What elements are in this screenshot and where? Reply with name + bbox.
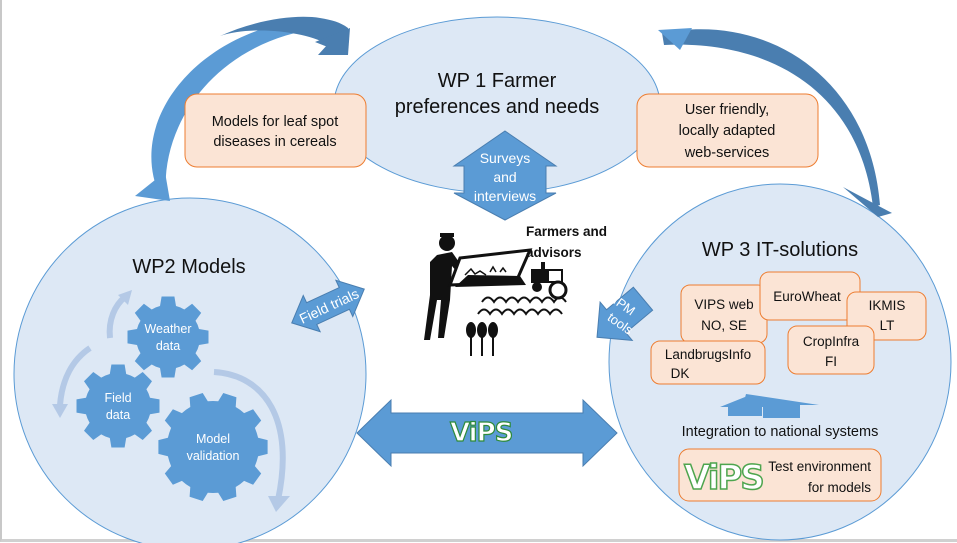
gear-weather-data-icon xyxy=(127,296,209,378)
vips-logo-test-env-icon: ViPS xyxy=(683,457,765,499)
callout-left-box xyxy=(184,93,367,168)
svg-text:ViPS: ViPS xyxy=(684,458,763,498)
wp3-title: WP 3 IT-solutions xyxy=(702,239,858,261)
system-ikmis-line2: LT xyxy=(880,318,895,333)
system-eurowheat-line1: EuroWheat xyxy=(773,289,841,304)
field-rows-icon xyxy=(477,296,567,316)
diagram-canvas: ViPS ViPS WP 1 Farmer preferences and ne… xyxy=(13,16,952,543)
system-box-vips-web xyxy=(680,284,768,344)
gear-model-validation-label-line2: validation xyxy=(187,449,240,463)
wp2-title: WP2 Models xyxy=(132,256,245,278)
callout-right-line1: User friendly, xyxy=(685,102,769,118)
vips-logo-icon: ViPS xyxy=(449,417,514,448)
callout-right-line3: web-services xyxy=(684,145,770,161)
farmers-label-line1: Farmers and xyxy=(526,224,607,239)
system-landbrugsinfo-line2: DK xyxy=(671,366,690,381)
farmers-label-line2: advisors xyxy=(526,245,582,260)
wheat-icon xyxy=(466,322,498,356)
callout-left-line1: Models for leaf spot xyxy=(212,114,339,130)
system-vips-web-line2: NO, SE xyxy=(701,318,747,333)
gear-field-data-label-line1: Field xyxy=(104,391,131,405)
integration-label: Integration to national systems xyxy=(682,424,879,440)
test-env-line2: for models xyxy=(808,480,871,495)
test-env-line1: Test environment xyxy=(768,459,871,474)
gear-weather-data-label-line1: Weather xyxy=(144,322,191,336)
callout-left-line2: diseases in cereals xyxy=(213,134,336,150)
callout-right-line2: locally adapted xyxy=(679,123,776,139)
system-vips-web-line1: VIPS web xyxy=(694,297,753,312)
surveys-label-line1: Surveys xyxy=(480,150,531,166)
wp1-title-line1: WP 1 Farmer xyxy=(438,70,557,92)
system-ikmis-line1: IKMIS xyxy=(869,298,906,313)
wp1-title-line2: preferences and needs xyxy=(395,96,600,118)
surveys-label-line2: and xyxy=(493,169,516,185)
tractor-icon xyxy=(531,262,568,300)
surveys-label-line3: interviews xyxy=(474,188,536,204)
system-cropinfra-line2: FI xyxy=(825,354,837,369)
gear-model-validation-label-line1: Model xyxy=(196,432,230,446)
gear-field-data-label-line2: data xyxy=(106,408,130,422)
system-cropinfra-line1: CropInfra xyxy=(803,334,860,349)
svg-text:ViPS: ViPS xyxy=(450,418,512,448)
system-landbrugsinfo-line1: LandbrugsInfo xyxy=(665,347,751,362)
gear-weather-data-label-line2: data xyxy=(156,339,180,353)
farmer-laptop-icon xyxy=(424,233,533,340)
gear-field-data-icon xyxy=(76,364,160,448)
